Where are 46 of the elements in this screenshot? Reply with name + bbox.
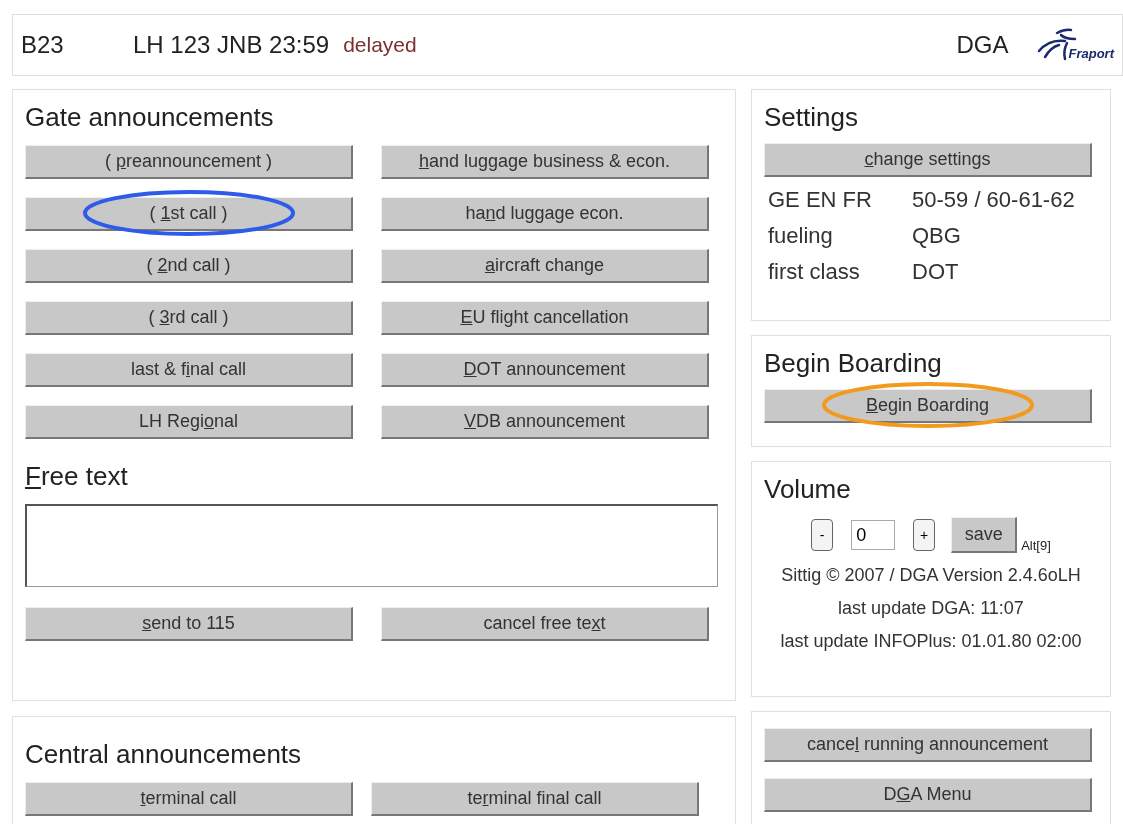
section-title: Settings bbox=[764, 102, 859, 133]
begin-boarding-button[interactable]: Begin Boarding bbox=[764, 389, 1092, 423]
volume-field[interactable]: 0 bbox=[851, 520, 896, 550]
gate-number: B23 bbox=[21, 31, 65, 59]
info-line: Sittig © 2007 / DGA Version 2.4.6oLH bbox=[780, 565, 1082, 586]
action-button[interactable]: cancel running announcement bbox=[764, 728, 1092, 762]
info-line: last update INFOPlus: 01.01.80 02:00 bbox=[779, 631, 1083, 652]
announcement-button[interactable]: hand luggage econ. bbox=[381, 197, 709, 231]
free-text-field[interactable] bbox=[25, 504, 718, 587]
announcement-button[interactable]: VDB announcement bbox=[381, 405, 709, 439]
setting-label: first class bbox=[768, 259, 861, 285]
logo-text: Fraport bbox=[1068, 46, 1114, 61]
setting-value: DOT bbox=[912, 259, 960, 285]
announcement-button[interactable]: aircraft change bbox=[381, 249, 709, 283]
setting-value: 50-59 / 60-61-62 bbox=[912, 187, 1076, 213]
action-button[interactable]: DGA Menu bbox=[764, 778, 1092, 812]
announcement-button[interactable]: ( preannouncement ) bbox=[25, 145, 353, 179]
volume-up-button[interactable]: + bbox=[913, 519, 936, 551]
announcement-button[interactable]: LH Regional bbox=[25, 405, 353, 439]
volume-down-button[interactable]: - bbox=[811, 519, 834, 551]
announcement-button[interactable]: ( 2nd call ) bbox=[25, 249, 353, 283]
section-title: Central announcements bbox=[25, 739, 303, 770]
announcement-button[interactable]: EU flight cancellation bbox=[381, 301, 709, 335]
flight-status: delayed bbox=[343, 33, 417, 57]
setting-value: QBG bbox=[912, 223, 962, 249]
section-title: Volume bbox=[764, 474, 852, 505]
setting-label: fueling bbox=[768, 223, 834, 249]
announcement-button[interactable]: last & final call bbox=[25, 353, 353, 387]
save-button[interactable]: save bbox=[951, 517, 1018, 553]
announcement-button[interactable]: ( 1st call ) bbox=[25, 197, 353, 231]
central-announcement-button[interactable]: terminal final call bbox=[371, 782, 699, 816]
free-text-button[interactable]: cancel free text bbox=[381, 607, 709, 641]
announcement-button[interactable]: ( 3rd call ) bbox=[25, 301, 353, 335]
section-title: Begin Boarding bbox=[764, 348, 943, 379]
setting-label: GE EN FR bbox=[768, 187, 873, 213]
section-title: Gate announcements bbox=[25, 102, 275, 133]
flight-info: LH 123 JNB 23:59 bbox=[133, 31, 330, 59]
central-announcement-button[interactable]: terminal call bbox=[25, 782, 353, 816]
announcement-button[interactable]: DOT announcement bbox=[381, 353, 709, 387]
info-line: last update DGA: 11:07 bbox=[837, 598, 1025, 619]
free-text-button[interactable]: send to 115 bbox=[25, 607, 353, 641]
change-settings-button[interactable]: change settings bbox=[764, 143, 1092, 177]
system-name: DGA bbox=[956, 31, 1009, 59]
announcement-button[interactable]: hand luggage business & econ. bbox=[381, 145, 709, 179]
section-title: Free text bbox=[25, 461, 129, 492]
shortcut-hint: Alt[9] bbox=[1021, 538, 1051, 553]
